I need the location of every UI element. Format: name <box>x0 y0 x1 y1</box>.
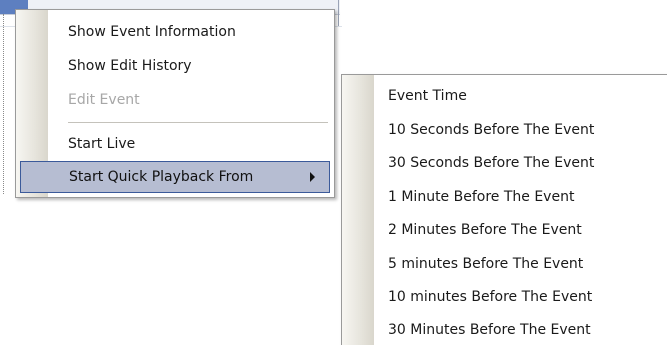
submenu-item-label: 10 Seconds Before The Event <box>388 122 595 138</box>
submenu-item-30-minutes-before[interactable]: 30 Minutes Before The Event <box>342 315 667 345</box>
menu-item-label: Show Edit History <box>68 58 192 74</box>
submenu-item-label: 10 minutes Before The Event <box>388 289 593 305</box>
event-context-menu: Show Event Information Show Edit History… <box>15 9 335 198</box>
submenu-item-label: Event Time <box>388 88 467 104</box>
submenu-item-1-minute-before[interactable]: 1 Minute Before The Event <box>342 182 667 212</box>
background-grid-line <box>3 14 5 194</box>
submenu-item-label: 1 Minute Before The Event <box>388 189 575 205</box>
menu-item-start-live[interactable]: Start Live <box>20 129 330 159</box>
submenu-item-label: 30 Seconds Before The Event <box>388 155 595 171</box>
submenu-item-10-minutes-before[interactable]: 10 minutes Before The Event <box>342 282 667 312</box>
menu-item-label: Show Event Information <box>68 24 236 40</box>
menu-item-start-quick-playback-from[interactable]: Start Quick Playback From <box>20 161 330 193</box>
submenu-item-label: 2 Minutes Before The Event <box>388 222 582 238</box>
menu-item-show-event-information[interactable]: Show Event Information <box>20 17 330 47</box>
menu-separator <box>68 122 328 124</box>
menu-item-label: Edit Event <box>68 92 140 108</box>
submenu-item-10-seconds-before[interactable]: 10 Seconds Before The Event <box>342 115 667 145</box>
menu-item-show-edit-history[interactable]: Show Edit History <box>20 51 330 81</box>
submenu-item-5-minutes-before[interactable]: 5 minutes Before The Event <box>342 249 667 279</box>
menu-item-label: Start Live <box>68 136 136 152</box>
quick-playback-submenu: Event Time 10 Seconds Before The Event 3… <box>341 74 667 345</box>
background-divider <box>338 0 339 26</box>
submenu-arrow-icon <box>310 172 315 182</box>
submenu-item-event-time[interactable]: Event Time <box>342 81 667 111</box>
menu-item-edit-event: Edit Event <box>20 85 330 115</box>
submenu-item-30-seconds-before[interactable]: 30 Seconds Before The Event <box>342 148 667 178</box>
submenu-item-label: 5 minutes Before The Event <box>388 256 584 272</box>
submenu-item-2-minutes-before[interactable]: 2 Minutes Before The Event <box>342 215 667 245</box>
submenu-item-label: 30 Minutes Before The Event <box>388 322 591 338</box>
menu-item-label: Start Quick Playback From <box>69 169 254 185</box>
